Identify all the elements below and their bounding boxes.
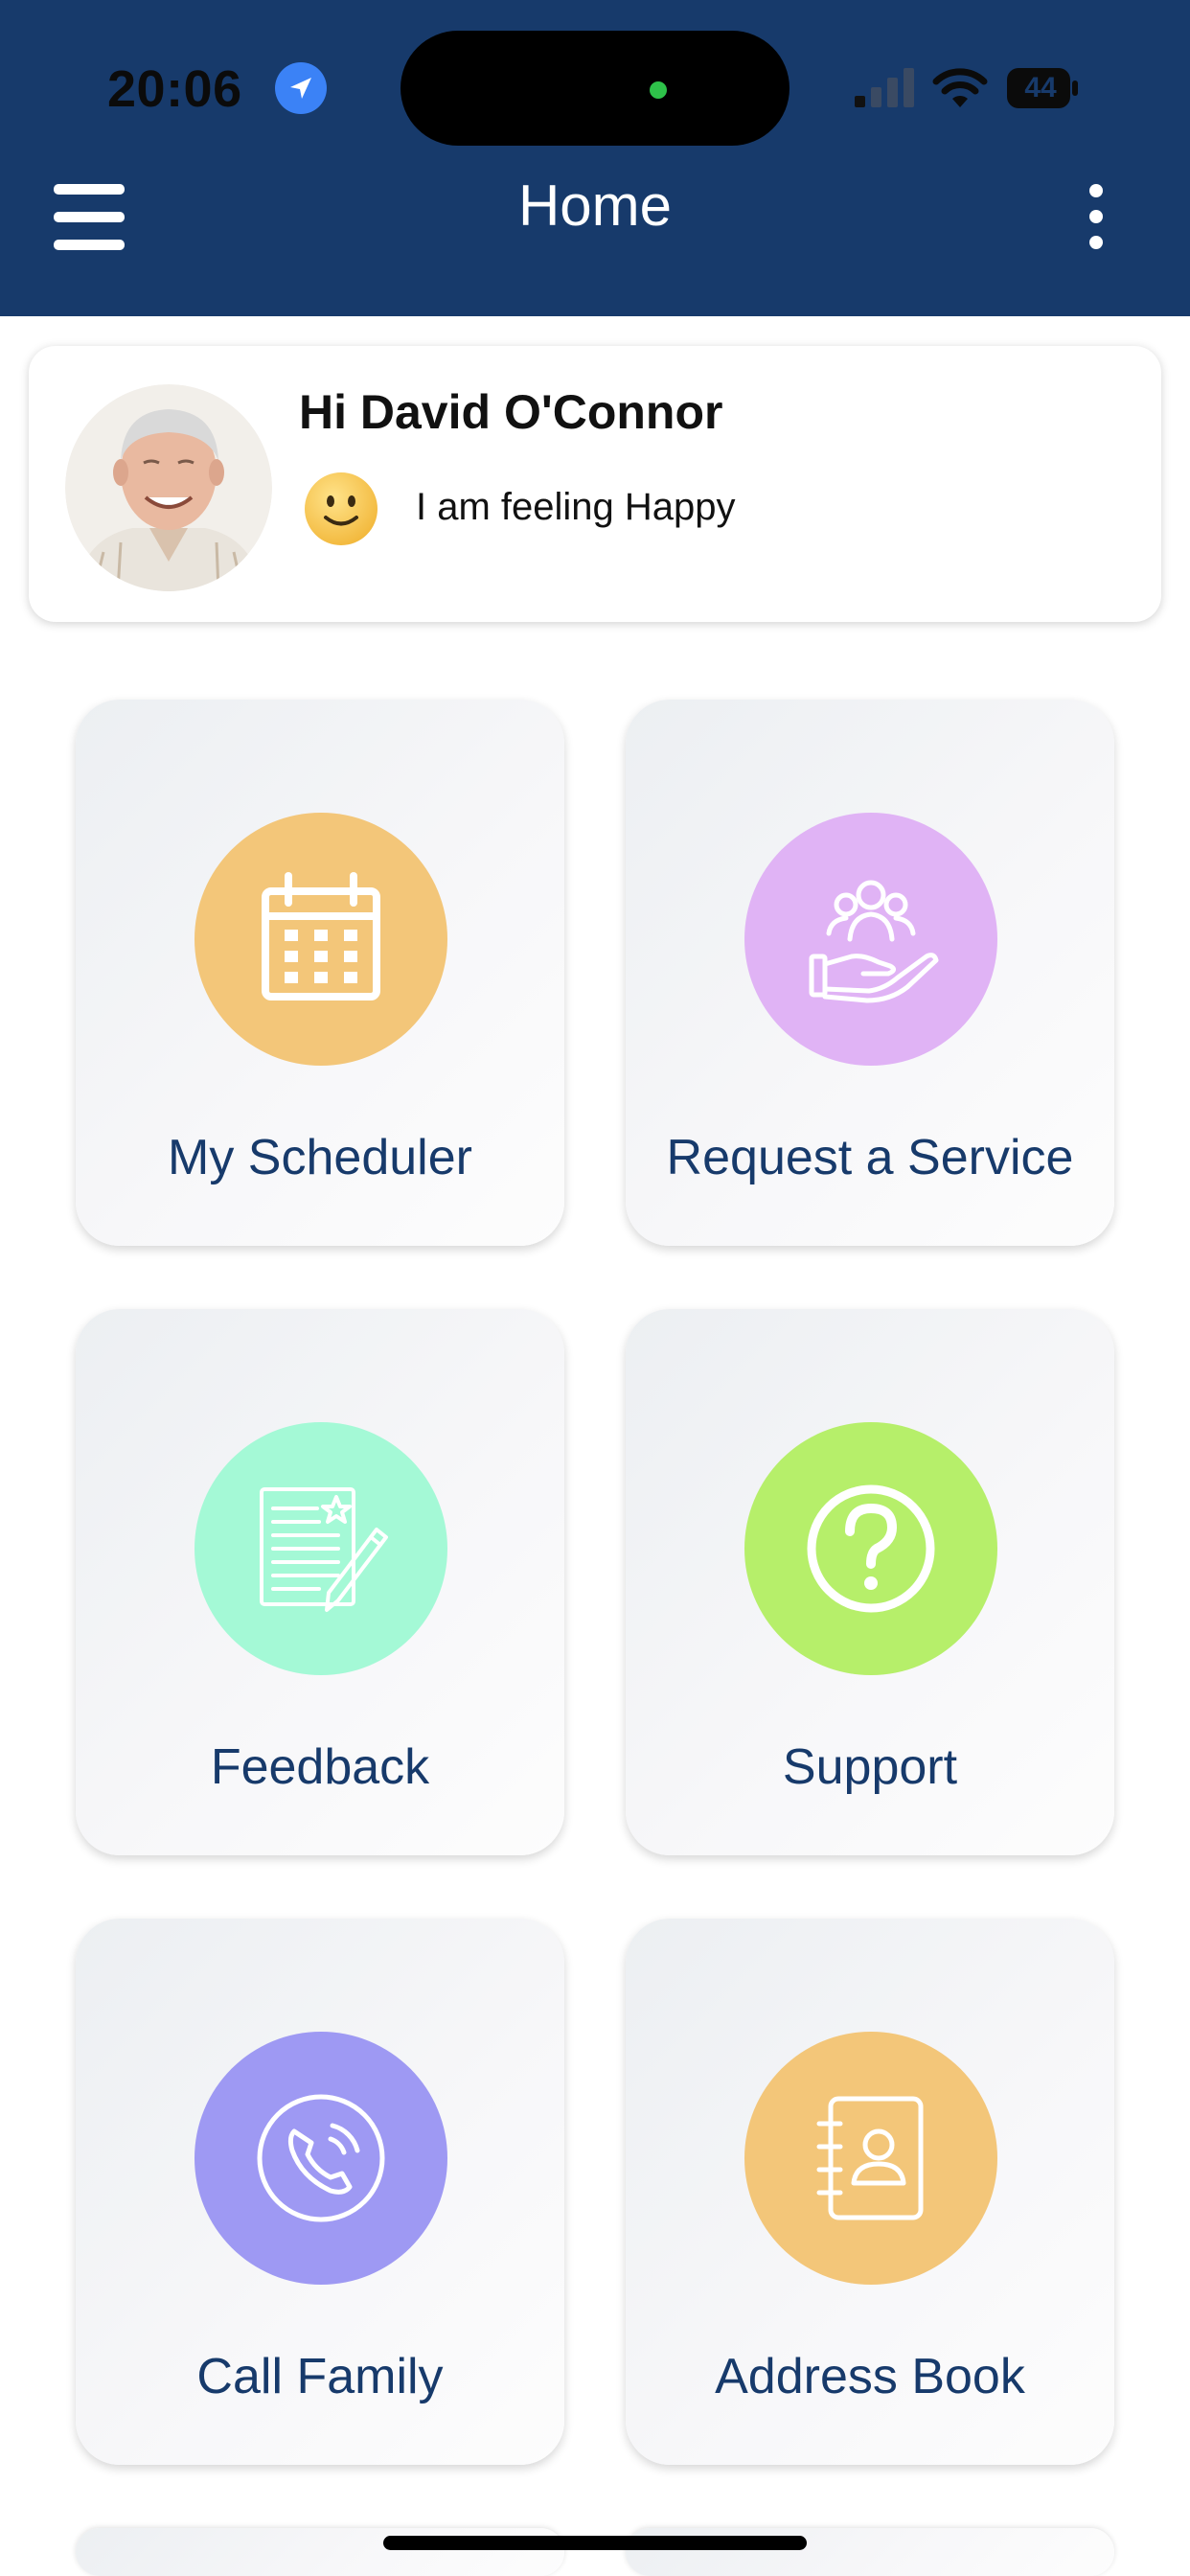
tile-call-family[interactable]: Call Family	[76, 1919, 564, 2465]
cellular-signal-icon	[855, 68, 914, 107]
tile-icon-circle	[195, 2032, 447, 2285]
tile-label: Feedback	[210, 1739, 430, 1795]
battery-level: 44	[1024, 72, 1057, 104]
tile-label: Support	[782, 1739, 958, 1795]
tile-support[interactable]: Support	[626, 1309, 1114, 1855]
more-vertical-icon[interactable]	[1075, 182, 1121, 251]
avatar	[65, 384, 272, 591]
tile-label: Address Book	[715, 2349, 1025, 2404]
tile-my-scheduler[interactable]: My Scheduler	[76, 700, 564, 1246]
feedback-document-pen-icon	[260, 1487, 388, 1612]
tile-label: Request a Service	[666, 1130, 1074, 1185]
tile-feedback[interactable]: Feedback	[76, 1309, 564, 1855]
app-header: 20:06 44 Home	[0, 0, 1190, 316]
calendar-icon	[262, 872, 380, 1000]
tile-label: Call Family	[196, 2349, 444, 2404]
tile-request-service[interactable]: Request a Service	[626, 700, 1114, 1246]
page-title: Home	[517, 173, 673, 238]
wifi-icon	[932, 68, 988, 107]
status-time: 20:06	[107, 60, 242, 118]
tile-icon-circle	[744, 813, 997, 1066]
mood-text: I am feeling Happy	[416, 486, 736, 528]
status-bar: 20:06 44	[0, 0, 1190, 177]
hamburger-menu-icon[interactable]	[52, 184, 126, 251]
address-book-icon	[816, 2096, 924, 2220]
home-indicator[interactable]	[383, 2536, 807, 2550]
tile-icon-circle	[195, 1422, 447, 1675]
tile-icon-circle	[744, 1422, 997, 1675]
tile-label: My Scheduler	[168, 1130, 472, 1185]
tile-address-book[interactable]: Address Book	[626, 1919, 1114, 2465]
tile-icon-circle	[195, 813, 447, 1066]
profile-card[interactable]: Hi David O'Connor I am feeling Happy	[29, 346, 1161, 622]
phone-call-icon	[257, 2094, 385, 2222]
tile-icon-circle	[744, 2032, 997, 2285]
question-mark-icon	[807, 1484, 935, 1613]
smiley-face-icon	[305, 472, 378, 545]
greeting-text: Hi David O'Connor	[299, 385, 723, 439]
hand-group-service-icon	[809, 880, 939, 1003]
dynamic-island	[400, 31, 790, 146]
camera-indicator	[650, 81, 667, 99]
location-arrow-icon	[275, 62, 327, 114]
